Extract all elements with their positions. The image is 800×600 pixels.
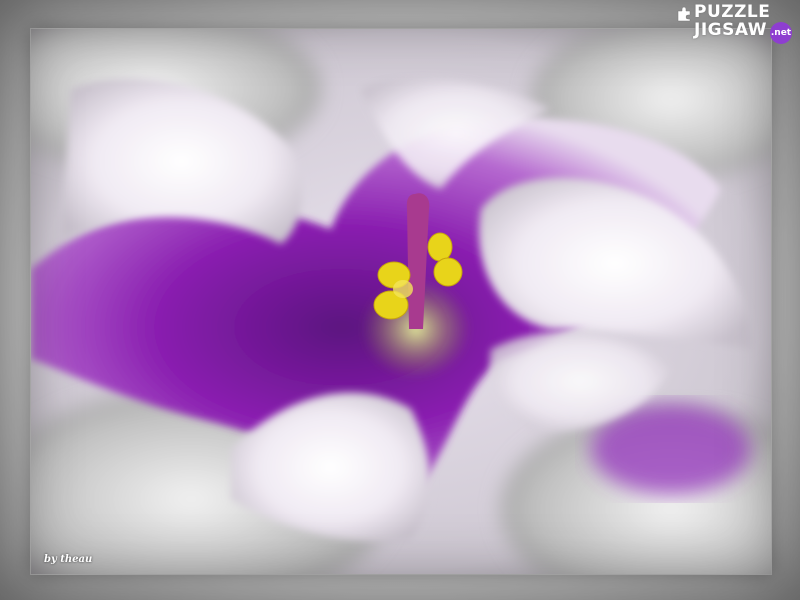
puzzle-frame: PUZZLE JIGSAW .net by theau	[0, 0, 800, 600]
puzzle-jigsaw-logo[interactable]: PUZZLE JIGSAW .net	[674, 2, 794, 44]
flower-photo	[30, 28, 772, 575]
african-violet-image	[31, 29, 771, 574]
watermark-badge: .net	[770, 22, 792, 44]
puzzle-piece-icon	[677, 6, 691, 22]
watermark-line1: PUZZLE	[694, 2, 771, 22]
artist-signature: by theau	[44, 554, 93, 565]
watermark-line2: JIGSAW	[694, 20, 767, 40]
